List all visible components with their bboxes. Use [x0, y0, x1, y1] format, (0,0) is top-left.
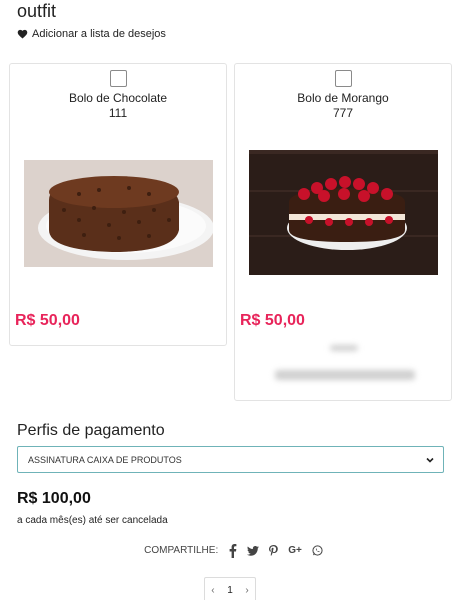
pagination: ‹ 1 ›: [204, 577, 256, 600]
chocolate-cake-image: [24, 160, 213, 267]
pagination-page-1[interactable]: 1: [227, 585, 233, 596]
add-to-wishlist-link[interactable]: Adicionar a lista de desejos: [17, 28, 166, 40]
product-card: Bolo de Morango 777 R$ 50,00: [234, 63, 452, 401]
chevron-down-icon: [426, 457, 434, 463]
payment-profiles-title: Perfis de pagamento: [17, 422, 165, 439]
product-price: R$ 50,00: [15, 312, 80, 329]
share-bar: COMPARTILHE: G+: [0, 543, 467, 558]
pagination-prev-button[interactable]: ‹: [211, 585, 214, 596]
product-code: 777: [332, 106, 354, 120]
product-card: Bolo de Chocolate 111 R$ 50,00: [9, 63, 227, 346]
product-select-checkbox[interactable]: [335, 70, 352, 87]
total-price: R$ 100,00: [17, 490, 91, 507]
payment-profile-value: ASSINATURA CAIXA DE PRODUTOS: [28, 454, 182, 465]
blurred-text: [275, 370, 415, 380]
product-price: R$ 50,00: [240, 312, 305, 329]
facebook-icon[interactable]: [228, 543, 237, 558]
heart-icon: [17, 29, 28, 39]
product-select-checkbox[interactable]: [110, 70, 127, 87]
share-label: COMPARTILHE:: [144, 545, 219, 556]
twitter-icon[interactable]: [247, 545, 260, 556]
product-name: Bolo de Morango: [297, 91, 389, 105]
whatsapp-icon[interactable]: [312, 545, 323, 556]
google-plus-icon[interactable]: G+: [288, 545, 302, 556]
wishlist-label: Adicionar a lista de desejos: [32, 28, 166, 40]
payment-profile-select[interactable]: ASSINATURA CAIXA DE PRODUTOS: [17, 446, 444, 473]
product-code: 111: [108, 106, 128, 120]
pinterest-icon[interactable]: [269, 545, 279, 556]
strawberry-cake-image: [249, 150, 438, 275]
page-title: outfit: [17, 1, 57, 21]
pagination-next-button[interactable]: ›: [245, 585, 248, 596]
blurred-text: [330, 345, 358, 351]
product-name: Bolo de Chocolate: [68, 91, 168, 105]
recurrence-text: a cada mês(es) até ser cancelada: [17, 515, 168, 526]
